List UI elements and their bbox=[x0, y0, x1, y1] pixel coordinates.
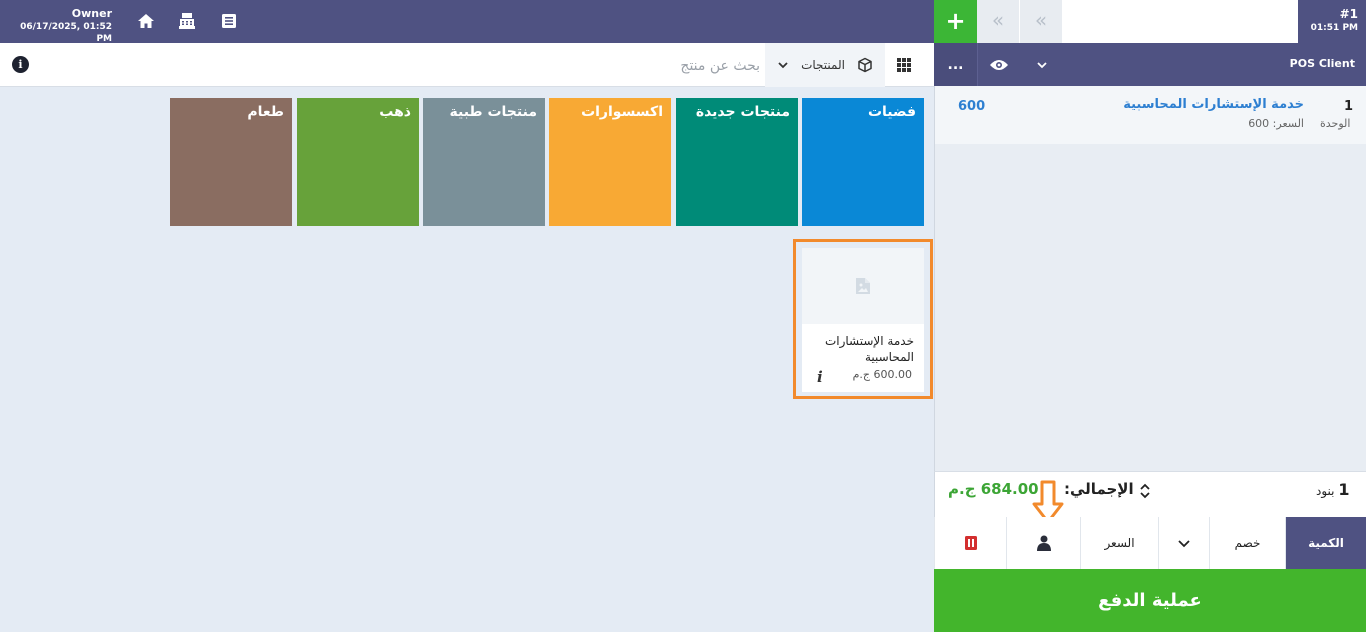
items-count: 1 بنود bbox=[1316, 480, 1349, 499]
chevron-down-icon bbox=[778, 62, 788, 69]
order-line[interactable] bbox=[935, 86, 1366, 144]
product-info-icon[interactable]: i bbox=[817, 368, 823, 386]
products-dropdown[interactable]: المنتجات bbox=[765, 43, 885, 87]
receipt-icon[interactable] bbox=[218, 10, 240, 32]
home-icon[interactable] bbox=[135, 10, 157, 32]
category-tile[interactable]: اكسسوارات bbox=[549, 98, 671, 226]
line-total: 600 bbox=[958, 99, 986, 114]
price-button[interactable]: السعر bbox=[1080, 517, 1158, 569]
line-unit-price: السعر: 600 bbox=[1248, 117, 1304, 130]
category-tile[interactable]: فضيات bbox=[802, 98, 924, 226]
search-input[interactable] bbox=[560, 52, 760, 80]
previous-order-button[interactable]: « bbox=[977, 0, 1020, 43]
payment-button[interactable]: عملية الدفع bbox=[934, 569, 1366, 632]
products-dropdown-label: المنتجات bbox=[801, 58, 845, 72]
more-options-button[interactable]: ... bbox=[934, 43, 977, 86]
delete-icon[interactable] bbox=[934, 517, 1006, 569]
order-number: #1 bbox=[1339, 7, 1358, 21]
discount-button[interactable]: خصم bbox=[1209, 517, 1285, 569]
line-quantity: 1 bbox=[1344, 99, 1354, 114]
user-name: Owner bbox=[71, 7, 112, 20]
items-count-number: 1 bbox=[1338, 480, 1350, 499]
line-product-name: خدمة الإستشارات المحاسبية bbox=[1123, 97, 1304, 112]
customer-icon[interactable] bbox=[1006, 517, 1080, 569]
chevron-down-icon[interactable] bbox=[1020, 43, 1063, 86]
total-label: الإجمالي: bbox=[1064, 480, 1134, 498]
add-order-button[interactable]: + bbox=[934, 0, 977, 43]
user-info: Owner 06/17/2025, 01:52 PM bbox=[10, 7, 112, 45]
category-tile[interactable]: طعام bbox=[170, 98, 292, 226]
product-price: 600.00 ج.م bbox=[852, 368, 912, 381]
category-tile[interactable]: منتجات طبية bbox=[423, 98, 545, 226]
product-name: خدمة الإستشارات المحاسبية bbox=[824, 334, 914, 364]
discount-dropdown[interactable] bbox=[1158, 517, 1209, 569]
image-file-icon bbox=[856, 278, 870, 294]
eye-icon[interactable] bbox=[977, 43, 1020, 86]
client-name[interactable]: POS Client bbox=[1290, 57, 1355, 70]
sort-toggle-icon[interactable] bbox=[1138, 482, 1152, 500]
cash-register-icon[interactable] bbox=[176, 10, 198, 32]
current-datetime: 06/17/2025, 01:52 PM bbox=[20, 22, 112, 44]
chevron-down-icon bbox=[1178, 540, 1190, 548]
category-tile[interactable]: ذهب bbox=[297, 98, 419, 226]
info-icon[interactable]: i bbox=[12, 56, 29, 73]
order-tab-active[interactable]: #1 01:51 PM bbox=[1298, 0, 1366, 43]
category-tile[interactable]: منتجات جديدة bbox=[676, 98, 798, 226]
total-value: 684.00 ج.م bbox=[948, 480, 1039, 498]
quantity-button[interactable]: الكمية bbox=[1285, 517, 1366, 569]
box-icon bbox=[858, 57, 872, 73]
product-image-placeholder bbox=[802, 248, 924, 324]
first-order-button[interactable]: « bbox=[1020, 0, 1063, 43]
line-unit: الوحدة bbox=[1320, 117, 1351, 130]
grid-view-icon[interactable] bbox=[894, 55, 914, 75]
order-time: 01:51 PM bbox=[1310, 23, 1358, 33]
items-count-label: بنود bbox=[1316, 484, 1335, 498]
